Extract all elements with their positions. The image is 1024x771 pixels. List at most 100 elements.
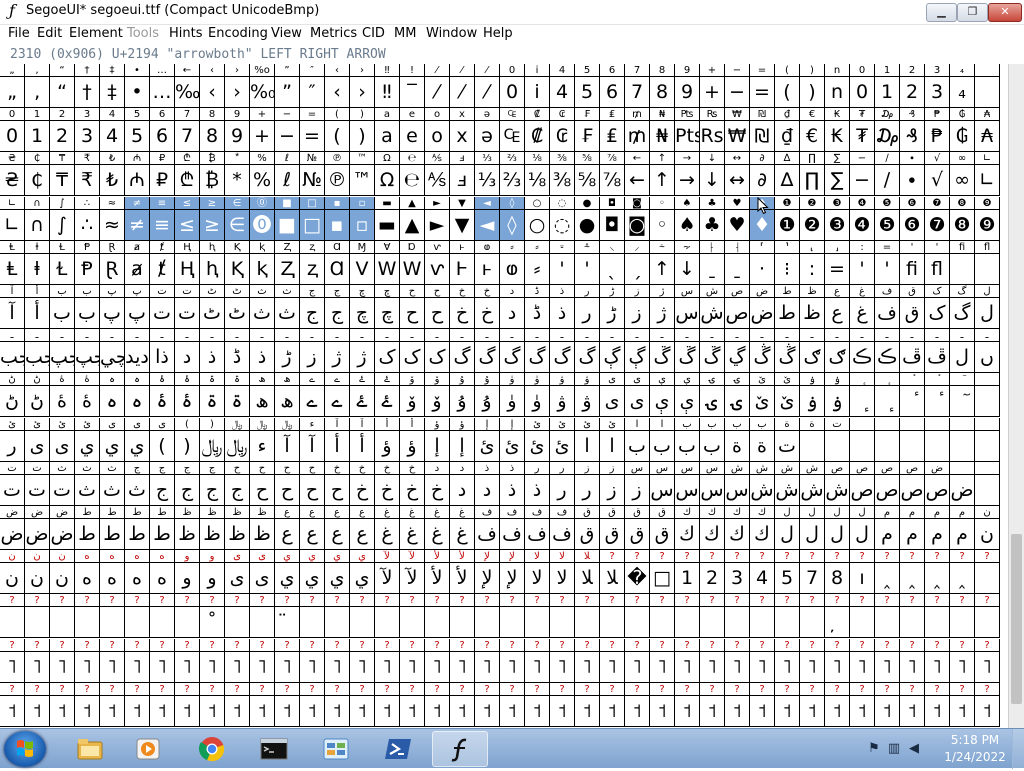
menu-cid[interactable]: CID — [362, 26, 385, 41]
glyph-cell[interactable]: ● ● — [575, 197, 600, 241]
glyph-cell[interactable]: ≡ ≡ — [150, 197, 175, 241]
glyph-cell[interactable] — [875, 418, 900, 462]
glyph-cell[interactable]: ? ˦ — [500, 683, 525, 727]
glyph-cell[interactable]: ـڲ — [725, 329, 750, 373]
glyph-cell[interactable]: ـڴ — [750, 329, 775, 373]
glyph-cell[interactable]: فف — [525, 506, 550, 550]
glyph-cell[interactable]: ? ﻼ — [600, 550, 625, 594]
glyph-cell[interactable]: ₼ ₼ — [125, 152, 150, 196]
glyph-cell[interactable]: 33 — [75, 108, 100, 152]
glyph-cell[interactable]: ﻷﻷ — [450, 550, 475, 594]
glyph-cell[interactable]: خخ — [400, 462, 425, 506]
glyph-cell[interactable]: ? — [525, 594, 550, 638]
glyph-cell[interactable]: ? — [150, 594, 175, 638]
glyph-cell[interactable]: ' ﬁ — [900, 241, 925, 285]
glyph-cell[interactable]: …… — [150, 64, 175, 108]
glyph-cell[interactable]: شش — [800, 462, 825, 506]
start-button[interactable] — [4, 731, 46, 767]
glyph-cell[interactable]: 44 — [100, 108, 125, 152]
maximize-button[interactable]: ❐ — [957, 3, 988, 22]
close-button[interactable]: ✕ — [988, 3, 1022, 22]
glyph-cell[interactable]: ? ˥ — [875, 639, 900, 683]
glyph-cell[interactable]: ٹٹ — [225, 285, 250, 329]
glyph-cell[interactable]: ? ˦ — [900, 683, 925, 727]
glyph-cell[interactable]: ? ˦ — [575, 683, 600, 727]
glyph-cell[interactable]: aa — [375, 108, 400, 152]
glyph-cell[interactable]: ? ˥ — [175, 639, 200, 683]
glyph-cell[interactable]: ? ˥ — [950, 639, 975, 683]
glyph-cell[interactable]: حح — [300, 462, 325, 506]
glyph-cell[interactable]: ? ˦ — [450, 683, 475, 727]
glyph-cell[interactable]: ⱡⱡ — [25, 241, 50, 285]
glyph-cell[interactable]: ₮ ₮ — [850, 108, 875, 152]
glyph-cell[interactable]: ∩ ∩ — [25, 197, 50, 241]
glyph-cell[interactable]: أأ — [25, 285, 50, 329]
glyph-cell[interactable]: ⅛⅛ — [525, 152, 550, 196]
glyph-cell[interactable]: ? ˦ — [150, 683, 175, 727]
glyph-cell[interactable]: ? — [250, 594, 275, 638]
glyph-cell[interactable]: ـڱ — [675, 329, 700, 373]
glyph-cell[interactable]: ظظ — [225, 506, 250, 550]
glyph-cell[interactable]: ? ˥ — [300, 639, 325, 683]
glyph-cell[interactable]: ۓۓ — [350, 373, 375, 417]
glyph-cell[interactable]: ? ˥ — [225, 639, 250, 683]
glyph-cell[interactable]: ذذ — [500, 462, 525, 506]
glyph-cell[interactable]: ) ﷼ — [200, 418, 225, 462]
glyph-cell[interactable]: كك — [750, 506, 775, 550]
glyph-cell[interactable]: ـ ديد — [125, 329, 150, 373]
glyph-cell[interactable]: خخ — [450, 285, 475, 329]
glyph-cell[interactable]: ? ˥ — [825, 639, 850, 683]
glyph-cell[interactable]: اب — [625, 418, 650, 462]
glyph-cell[interactable]: حح — [425, 285, 450, 329]
glyph-cell[interactable]: اب — [650, 418, 675, 462]
glyph-cell[interactable]: = = — [300, 108, 325, 152]
glyph-cell[interactable]: ? — [700, 594, 725, 638]
glyph-cell[interactable]: ⱱⱱ — [425, 241, 450, 285]
glyph-cell[interactable]: ⓪⓿ — [250, 197, 275, 241]
glyph-cell[interactable]: رر — [575, 285, 600, 329]
glyph-cell[interactable]: ? ˥ — [500, 639, 525, 683]
glyph-cell[interactable]: ∈ ∈ — [225, 197, 250, 241]
glyph-cell[interactable] — [850, 418, 875, 462]
glyph-cell[interactable]: إئ — [500, 418, 525, 462]
glyph-cell[interactable]: 77 — [175, 108, 200, 152]
glyph-cell[interactable]: • • — [125, 64, 150, 108]
glyph-cell[interactable]: %o %₀ — [250, 64, 275, 108]
glyph-cell[interactable]: ? ˦ — [775, 683, 800, 727]
glyph-cell[interactable]: وو — [175, 550, 200, 594]
glyph-cell[interactable]: ھھ — [250, 373, 275, 417]
glyph-cell[interactable]: ▲ ▲ — [400, 197, 425, 241]
glyph-cell[interactable]: ? — [575, 594, 600, 638]
glyph-cell[interactable]: ❷❷ — [800, 197, 825, 241]
glyph-cell[interactable]: ⅎⅎ — [450, 152, 475, 196]
glyph-cell[interactable]: ? ‸ — [875, 550, 900, 594]
glyph-cell[interactable]: ? — [325, 594, 350, 638]
glyph-cell[interactable]: فف — [500, 506, 525, 550]
glyph-cell[interactable]: ضض — [25, 506, 50, 550]
glyph-cell[interactable]: ـڳ — [600, 329, 625, 373]
glyph-cell[interactable]: ـڦ — [925, 329, 950, 373]
glyph-cell[interactable]: ڻڻ — [0, 373, 25, 417]
glyph-cell[interactable]: ⸜ ˎ — [600, 241, 625, 285]
glyph-cell[interactable]: ـڳ — [625, 329, 650, 373]
glyph-cell[interactable]: ثث — [100, 462, 125, 506]
glyph-cell[interactable]: غغ — [425, 506, 450, 550]
glyph-cell[interactable]: ۃۃ — [225, 373, 250, 417]
glyph-cell[interactable]: يي — [350, 550, 375, 594]
glyph-cell[interactable]: تت — [175, 285, 200, 329]
glyph-cell[interactable]: ﷼ ء — [250, 418, 275, 462]
glyph-cell[interactable]: ? ˥ — [400, 639, 425, 683]
glyph-cell[interactable]: ت — [825, 418, 850, 462]
glyph-cell[interactable]: ₵ ₵ — [25, 152, 50, 196]
glyph-cell[interactable]: xx — [450, 108, 475, 152]
glyph-cell[interactable]: ₪ ₪ — [750, 108, 775, 152]
glyph-cell[interactable]: ““ — [50, 64, 75, 108]
glyph-cell[interactable]: تت — [25, 462, 50, 506]
glyph-cell[interactable]: حح — [275, 462, 300, 506]
glyph-cell[interactable]: ⅍ ⅍ — [425, 152, 450, 196]
glyph-cell[interactable]: ۍۍ — [700, 373, 725, 417]
glyph-cell[interactable]: ? — [425, 594, 450, 638]
glyph-cell[interactable]: ‡ ‡ — [100, 64, 125, 108]
glyph-cell[interactable]: ? ˦ — [225, 683, 250, 727]
glyph-cell[interactable]: غغ — [450, 506, 475, 550]
